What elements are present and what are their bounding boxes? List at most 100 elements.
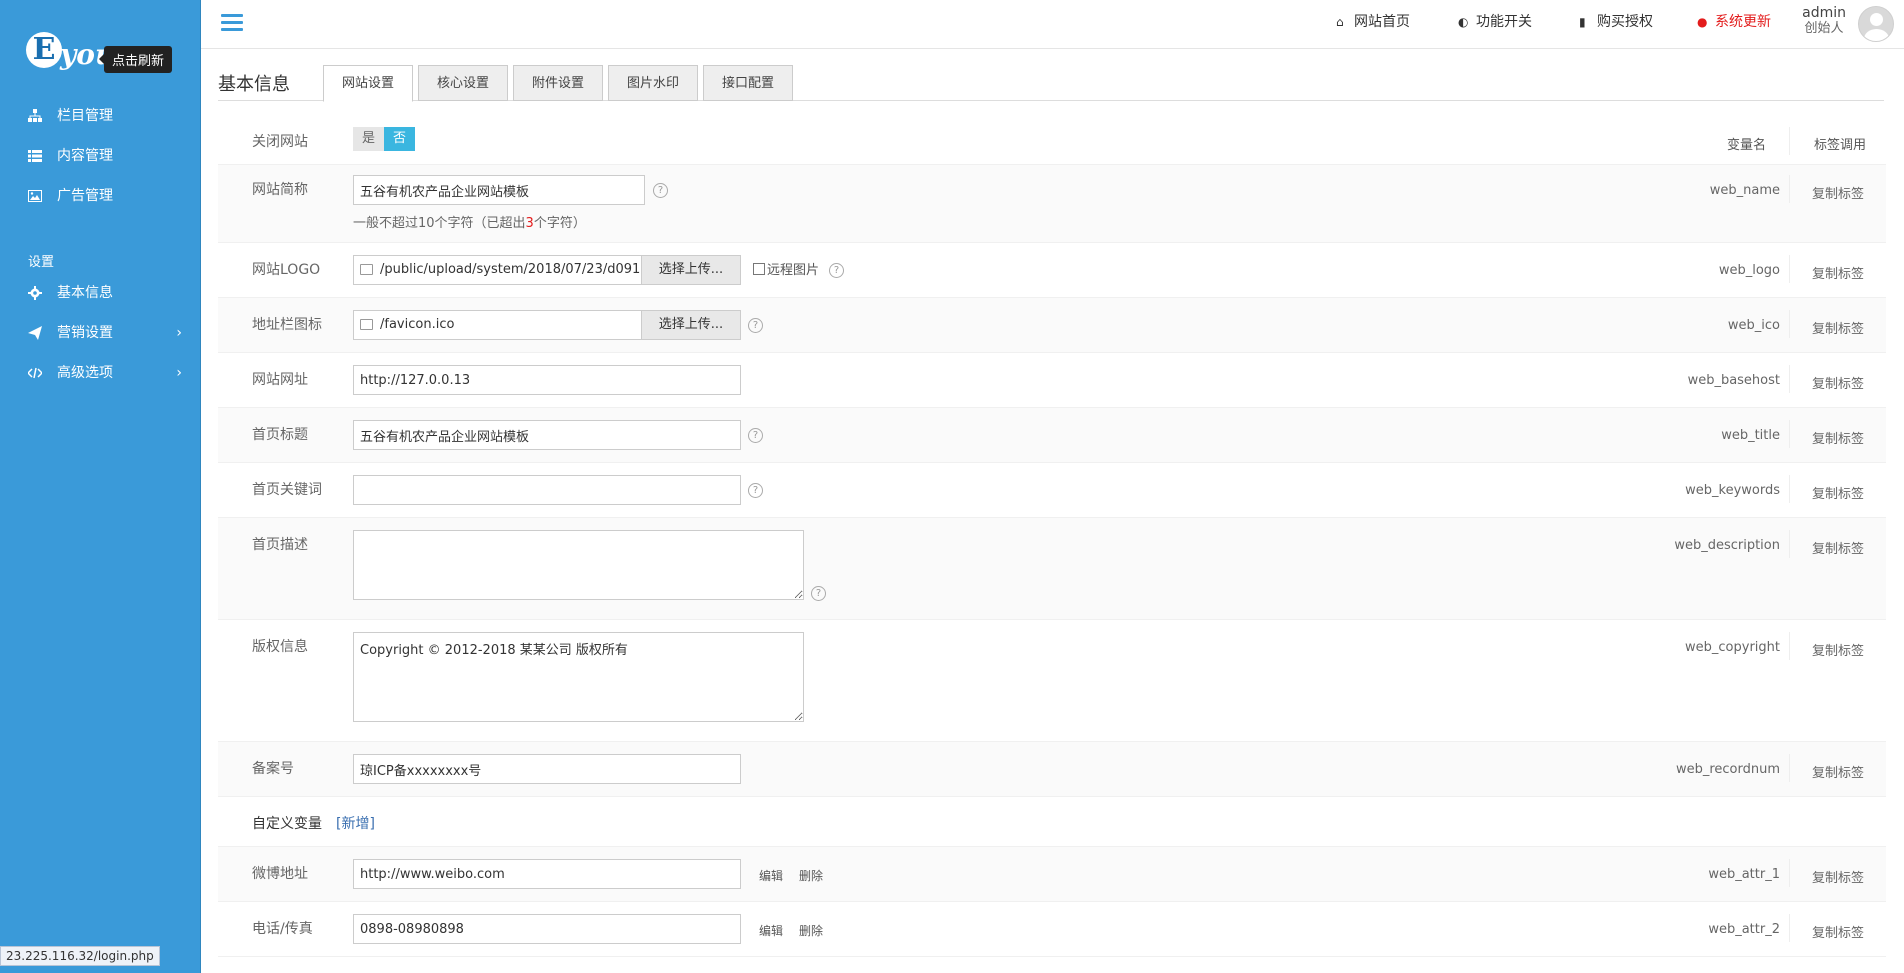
copy-tag-button[interactable]: 复制标签 — [1812, 483, 1864, 502]
nav-buy-link[interactable]: ▮ 购买授权 — [1579, 11, 1653, 31]
web-recordnum-label: 备案号 — [252, 761, 294, 777]
web-logo-field[interactable]: /public/upload/system/2018/07/23/d091b 选… — [353, 255, 741, 285]
delete-link[interactable]: 删除 — [799, 867, 823, 884]
row-web-ico: 地址栏图标 /favicon.ico 选择上传... ? web_ico 复制标… — [218, 298, 1886, 353]
copy-tag-button[interactable]: 复制标签 — [1812, 538, 1864, 557]
tab-attachment-settings[interactable]: 附件设置 — [513, 65, 603, 101]
web-description-textarea[interactable] — [353, 530, 804, 600]
help-icon[interactable]: ? — [653, 183, 668, 198]
web-copyright-textarea[interactable]: Copyright © 2012-2018 某某公司 版权所有 — [353, 632, 804, 722]
web-ico-field[interactable]: /favicon.ico 选择上传... — [353, 310, 741, 340]
web-title-input[interactable] — [353, 420, 741, 450]
column-separator — [1789, 420, 1790, 448]
tab-core-settings[interactable]: 核心设置 — [418, 65, 508, 101]
tab-api-config[interactable]: 接口配置 — [703, 65, 793, 101]
web-basehost-label: 网站网址 — [252, 372, 308, 388]
admin-name[interactable]: admin 创始人 — [1802, 5, 1846, 37]
tab-site-settings[interactable]: 网站设置 — [323, 65, 413, 102]
web-description-var: web_description — [1674, 538, 1780, 553]
web-ico-var: web_ico — [1727, 318, 1780, 333]
web-logo-label: 网站LOGO — [252, 262, 321, 278]
help-icon[interactable]: ? — [748, 428, 763, 443]
copy-tag-button[interactable]: 复制标签 — [1812, 428, 1864, 447]
web-keywords-input[interactable] — [353, 475, 741, 505]
nav-update-label: 系统更新 — [1715, 14, 1771, 30]
help-icon[interactable]: ? — [829, 263, 844, 278]
copy-tag-button[interactable]: 复制标签 — [1812, 318, 1864, 337]
sidebar-item-basic-info[interactable]: 基本信息 — [0, 279, 200, 307]
edit-link[interactable]: 编辑 — [759, 867, 783, 884]
sidebar-item-content[interactable]: 内容管理 — [0, 142, 200, 170]
home-icon: ⌂ — [1336, 15, 1344, 29]
copy-tag-button[interactable]: 复制标签 — [1812, 922, 1864, 941]
info-icon: ● — [1697, 15, 1708, 29]
web-ico-label: 地址栏图标 — [252, 317, 322, 333]
web-name-label: 网站简称 — [252, 182, 308, 198]
sidebar-item-label: 广告管理 — [57, 188, 113, 204]
copy-tag-button[interactable]: 复制标签 — [1812, 640, 1864, 659]
web-name-var: web_name — [1709, 183, 1780, 198]
web-basehost-var: web_basehost — [1687, 373, 1780, 388]
nav-update-link[interactable]: ● 系统更新 — [1697, 11, 1771, 31]
paper-plane-icon — [28, 326, 42, 340]
custom-vars-title: 自定义变量 — [252, 816, 322, 832]
copy-tag-button[interactable]: 复制标签 — [1812, 867, 1864, 886]
sidebar-item-marketing[interactable]: 营销设置 › — [0, 319, 200, 347]
close-site-no[interactable]: 否 — [384, 127, 416, 151]
row-web-name: 网站简称 ? 一般不超过10个字符（已超出3个字符） web_name 复制标签 — [218, 165, 1886, 243]
sitemap-icon — [28, 109, 42, 122]
checkbox-icon[interactable] — [753, 263, 765, 275]
chevron-right-icon: › — [176, 365, 182, 381]
nav-home-label: 网站首页 — [1354, 14, 1410, 30]
copy-tag-button[interactable]: 复制标签 — [1812, 183, 1864, 202]
help-icon[interactable]: ? — [748, 318, 763, 333]
help-icon[interactable]: ? — [748, 483, 763, 498]
nav-features-link[interactable]: ◐ 功能开关 — [1458, 11, 1532, 31]
close-site-label: 关闭网站 — [252, 134, 308, 150]
tab-watermark[interactable]: 图片水印 — [608, 65, 698, 101]
custom-attr-label: 电话/传真 — [252, 921, 313, 937]
chevron-right-icon: › — [176, 325, 182, 341]
copy-tag-button[interactable]: 复制标签 — [1812, 263, 1864, 282]
web-ico-upload-button[interactable]: 选择上传... — [641, 310, 741, 340]
help-icon[interactable]: ? — [811, 586, 826, 601]
row-web-keywords: 首页关键词 ? web_keywords 复制标签 — [218, 463, 1886, 518]
column-separator — [1789, 859, 1790, 887]
refresh-tooltip: 点击刷新 — [98, 46, 173, 73]
custom-attr-input[interactable] — [353, 914, 741, 944]
copy-tag-button[interactable]: 复制标签 — [1812, 373, 1864, 392]
web-description-label: 首页描述 — [252, 537, 308, 553]
delete-link[interactable]: 删除 — [799, 922, 823, 939]
web-recordnum-input[interactable] — [353, 754, 741, 784]
header-tag: 标签调用 — [1813, 138, 1866, 153]
web-basehost-input[interactable] — [353, 365, 741, 395]
custom-add-link[interactable]: [新增] — [336, 813, 375, 833]
sidebar-item-ads[interactable]: 广告管理 — [0, 182, 200, 210]
web-keywords-var: web_keywords — [1685, 483, 1780, 498]
row-custom-header: 自定义变量 [新增] — [218, 797, 1886, 847]
sidebar-item-label: 内容管理 — [57, 148, 113, 164]
sidebar-item-columns[interactable]: 栏目管理 — [0, 102, 200, 130]
web-name-input[interactable] — [353, 175, 645, 205]
remote-image-checkbox[interactable]: 远程图片 — [753, 259, 819, 278]
row-web-recordnum: 备案号 web_recordnum 复制标签 — [218, 742, 1886, 797]
row-close-site: 关闭网站 是否 变量名 标签调用 — [218, 117, 1886, 165]
column-separator — [1789, 365, 1790, 393]
sidebar-item-advanced[interactable]: 高级选项 › — [0, 359, 200, 387]
column-separator — [1789, 127, 1790, 155]
menu-toggle-icon[interactable] — [221, 14, 243, 34]
custom-attr-input[interactable] — [353, 859, 741, 889]
edit-link[interactable]: 编辑 — [759, 922, 783, 939]
row-web-logo: 网站LOGO /public/upload/system/2018/07/23/… — [218, 243, 1886, 298]
copy-tag-button[interactable]: 复制标签 — [1812, 762, 1864, 781]
column-separator — [1789, 175, 1790, 203]
close-site-yes[interactable]: 是 — [353, 127, 385, 151]
avatar[interactable] — [1858, 6, 1894, 42]
sidebar-item-label: 营销设置 — [57, 325, 113, 341]
column-separator — [1789, 914, 1790, 942]
web-logo-upload-button[interactable]: 选择上传... — [641, 255, 741, 285]
nav-home-link[interactable]: ⌂ 网站首页 — [1336, 11, 1410, 31]
web-name-hint: 一般不超过10个字符（已超出3个字符） — [353, 212, 586, 231]
custom-attr-var: web_attr_2 — [1708, 922, 1780, 937]
list-icon — [28, 150, 42, 162]
